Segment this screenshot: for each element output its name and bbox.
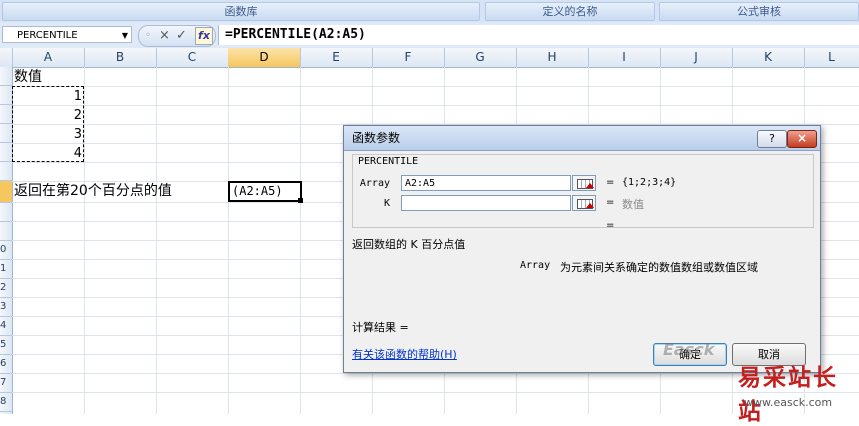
row-header-3[interactable] [0, 105, 12, 124]
arg-equals-array: = [606, 177, 615, 188]
row-header-15[interactable]: 5 [0, 336, 12, 355]
formula-bar: PERCENTILE ▼ ◦ × ✓ fx =PERCENTILE(A2:A5) [0, 22, 859, 49]
row-header-7[interactable] [0, 181, 12, 203]
name-box-value: PERCENTILE [17, 30, 78, 41]
row-header-8[interactable] [0, 203, 12, 222]
active-cell-d7[interactable]: (A2:A5) [228, 181, 302, 202]
row-header-13[interactable]: 3 [0, 298, 12, 317]
chevron-down-icon[interactable]: ▼ [122, 27, 128, 44]
column-header-i[interactable]: I [588, 48, 661, 67]
dialog-title-bar[interactable]: 函数参数 ? × [344, 126, 820, 151]
row-header-4[interactable] [0, 124, 12, 143]
collapse-dialog-k-button[interactable] [572, 195, 596, 211]
column-header-h[interactable]: H [516, 48, 589, 67]
row-header-10[interactable]: 0 [0, 241, 12, 260]
close-button[interactable]: × [787, 130, 817, 148]
grip-icon: ◦ [145, 30, 151, 41]
insert-function-button[interactable]: fx [195, 27, 213, 45]
help-on-function-link[interactable]: 有关该函数的帮助(H) [352, 346, 457, 362]
gridline [12, 392, 859, 393]
arg-input-k[interactable] [401, 195, 571, 211]
calculation-result: 计算结果 = [352, 321, 409, 334]
copy-marquee [12, 86, 84, 162]
column-header-j[interactable]: J [660, 48, 733, 67]
column-header-d[interactable]: D [228, 48, 301, 67]
row-header-12[interactable]: 2 [0, 279, 12, 298]
column-header-a[interactable]: A [12, 48, 85, 67]
ribbon-group-strip: 函数库 定义的名称 公式审核 [0, 0, 859, 23]
ribbon-group-defined-names[interactable]: 定义的名称 [485, 2, 655, 21]
column-header-c[interactable]: C [156, 48, 229, 67]
row-header-9[interactable] [0, 222, 12, 241]
enter-formula-icon[interactable]: ✓ [176, 27, 187, 45]
ribbon-group-formula-auditing[interactable]: 公式审核 [659, 2, 859, 21]
row-header-16[interactable]: 6 [0, 355, 12, 374]
watermark-url: www.easck.com [744, 396, 833, 409]
arg-result-array: {1;2;3;4} [622, 177, 677, 188]
watermark-logo: 易采站长站 [738, 364, 838, 425]
row-header-1[interactable] [0, 67, 12, 86]
cell-a7[interactable]: 返回在第20个百分点的值 [14, 182, 172, 200]
column-header-f[interactable]: F [372, 48, 445, 67]
arg-input-array[interactable]: A2:A5 [401, 175, 571, 191]
arg-description-name: Array [520, 260, 551, 271]
watermark-badge: Easck [663, 340, 715, 359]
arg-label-k: K [383, 198, 390, 209]
formula-buttons: ◦ × ✓ fx [138, 25, 216, 47]
dialog-title: 函数参数 [352, 131, 401, 145]
row-header-2[interactable] [0, 86, 12, 105]
gridline [12, 105, 859, 106]
help-button[interactable]: ? [757, 130, 787, 148]
arg-result-k: 数值 [622, 198, 644, 211]
row-header-5[interactable] [0, 143, 12, 162]
column-header-b[interactable]: B [84, 48, 157, 67]
fill-handle[interactable] [298, 198, 303, 203]
column-header-g[interactable]: G [444, 48, 517, 67]
formula-result-equals: = [606, 220, 615, 231]
cancel-formula-icon[interactable]: × [159, 27, 170, 45]
column-header-bar: A B C D E F G H I J K L [0, 48, 859, 68]
formula-input[interactable]: =PERCENTILE(A2:A5) [218, 25, 859, 45]
arg-description-text: 为元素间关系确定的数值数组或数值区域 [560, 261, 758, 274]
ribbon-group-function-library[interactable]: 函数库 [2, 2, 480, 21]
column-header-k[interactable]: K [732, 48, 805, 67]
row-header-18[interactable]: 8 [0, 393, 12, 412]
column-header-e[interactable]: E [300, 48, 373, 67]
row-header-17[interactable]: 7 [0, 374, 12, 393]
arg-label-array: Array [359, 178, 390, 189]
function-arguments-dialog: 函数参数 ? × PERCENTILE Array A2:A5 = {1;2;3… [343, 125, 821, 373]
collapse-dialog-array-button[interactable] [572, 175, 596, 191]
arg-equals-k: = [606, 197, 615, 208]
function-name: PERCENTILE [358, 156, 419, 167]
cell-a1[interactable]: 数值 [14, 68, 42, 86]
column-header-l[interactable]: L [804, 48, 859, 67]
row-header-11[interactable]: 1 [0, 260, 12, 279]
name-box[interactable]: PERCENTILE ▼ [2, 26, 132, 43]
row-header-14[interactable]: 4 [0, 317, 12, 336]
row-header-6[interactable] [0, 162, 12, 181]
gridline [12, 86, 859, 87]
function-description: 返回数组的 K 百分点值 [352, 238, 466, 251]
gridline [12, 373, 859, 374]
